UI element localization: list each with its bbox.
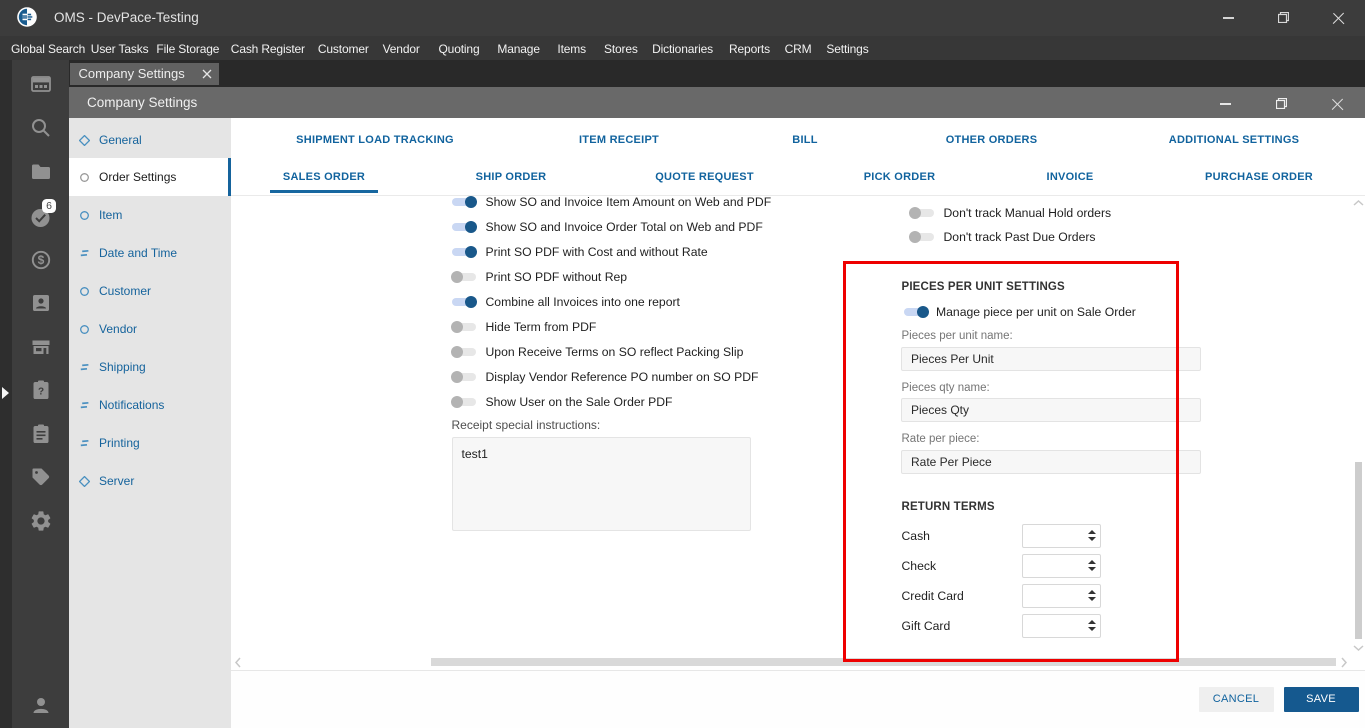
svg-text:?: ? (37, 387, 43, 398)
svg-text:$: $ (37, 253, 44, 267)
